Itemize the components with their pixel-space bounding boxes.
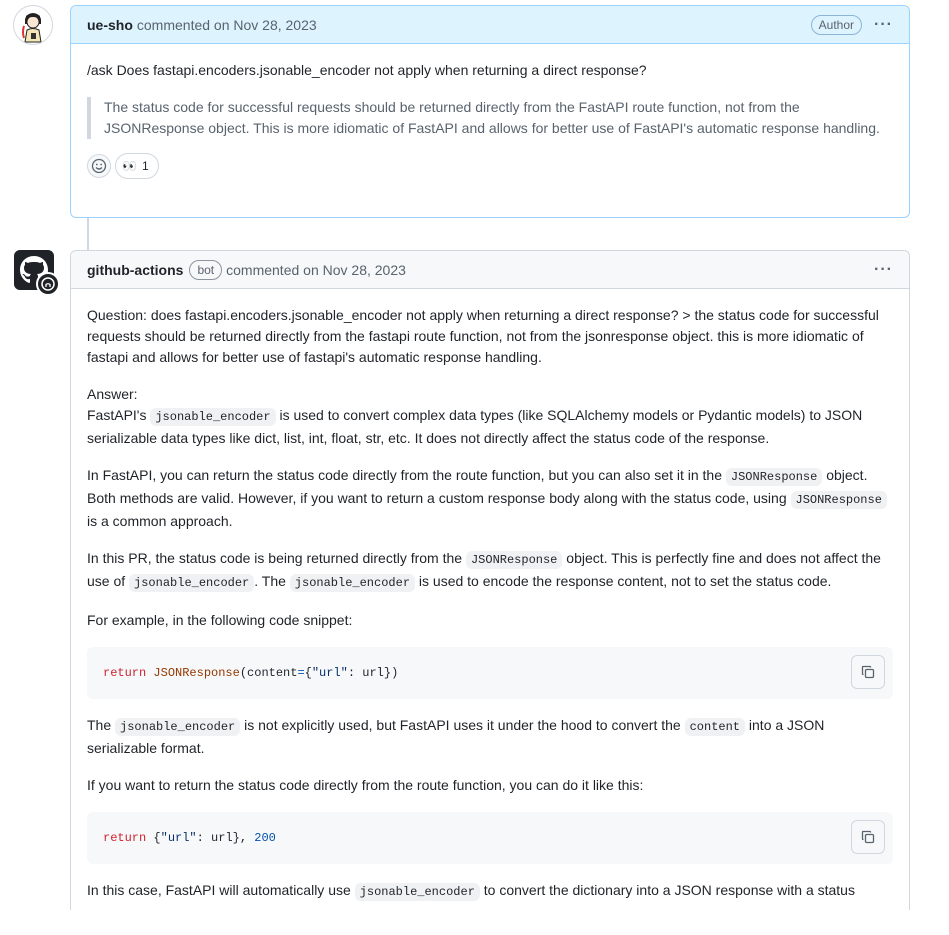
author-badge: Author [810, 14, 863, 35]
code-keyword: return [103, 666, 147, 680]
code-keyword: return [103, 831, 147, 845]
timeline-line [87, 217, 89, 250]
paragraph: In this PR, the status code is being ret… [87, 548, 893, 594]
code-number: 200 [254, 831, 276, 845]
inline-code: JSONResponse [465, 551, 563, 569]
copy-button[interactable] [851, 655, 885, 689]
eyes-emoji-icon: 👀 [122, 158, 137, 173]
copy-icon [861, 665, 875, 679]
code-string: "url" [160, 831, 197, 845]
blockquote: The status code for successful requests … [87, 97, 893, 139]
text-run: FastAPI's [87, 407, 151, 423]
inline-code: jsonable_encoder [115, 718, 241, 736]
inline-code: JSONResponse [790, 491, 887, 509]
reactions-bar: 👀 1 [87, 153, 893, 179]
text-run: . The [254, 573, 290, 589]
comment-body: /ask Does fastapi.encoders.jsonable_enco… [71, 44, 909, 195]
more-options-icon[interactable]: ··· [874, 16, 893, 32]
code-text: { [304, 666, 312, 680]
inline-code: jsonable_encoder [289, 574, 416, 592]
add-reaction-button[interactable] [87, 154, 111, 178]
text-run: In FastAPI, you can return the status co… [87, 467, 726, 483]
comment-author[interactable]: github-actions [87, 262, 183, 278]
text-run: In this PR, the status code is being ret… [87, 550, 466, 566]
text-run: is used to encode the response content, … [415, 573, 832, 589]
inline-code: content [684, 718, 746, 736]
text-run: is not explicitly used, but FastAPI uses… [240, 717, 685, 733]
paragraph: If you want to return the status code di… [87, 777, 644, 793]
code-function: JSONResponse [153, 666, 240, 680]
user-avatar[interactable] [13, 5, 53, 45]
more-options-icon[interactable]: ··· [874, 261, 893, 277]
copy-button[interactable] [851, 820, 885, 854]
text-run: The [87, 717, 116, 733]
reaction-count: 1 [141, 158, 149, 173]
answer-label: Answer: [87, 386, 138, 402]
code-block: return JSONResponse(content={"url": url}… [87, 647, 893, 699]
comment-header: github-actions bot commented on Nov 28, … [71, 251, 909, 289]
inline-code: jsonable_encoder [150, 408, 276, 426]
comment-card-ue-sho: ue-sho commented on Nov 28, 2023 Author … [70, 5, 910, 218]
code-operator: = [297, 666, 305, 680]
reaction-eyes-button[interactable]: 👀 1 [115, 153, 159, 179]
text-run: is a common approach. [87, 513, 233, 529]
paragraph: The jsonable_encoder is not explicitly u… [87, 715, 893, 759]
paragraph: In FastAPI, you can return the status co… [87, 465, 893, 532]
smiley-icon [91, 158, 107, 174]
code-text: (content [239, 666, 298, 680]
answer-paragraph: Answer: FastAPI's jsonable_encoder is us… [87, 384, 893, 449]
text-run: to convert the dictionary into a JSON re… [479, 882, 855, 898]
bot-badge: bot [189, 259, 223, 280]
comment-body: Question: does fastapi.encoders.jsonable… [71, 289, 909, 935]
comment-timestamp[interactable]: commented on Nov 28, 2023 [137, 17, 317, 33]
comment-card-github-actions: github-actions bot commented on Nov 28, … [70, 250, 910, 910]
paragraph: In this case, FastAPI will automatically… [87, 880, 893, 903]
copy-icon [861, 830, 875, 844]
actions-app-icon [36, 272, 60, 296]
code-text: { [146, 831, 161, 845]
inline-code: JSONResponse [725, 468, 823, 486]
code-text: : url}, [196, 831, 255, 845]
code-string: "url" [311, 666, 348, 680]
code-block: return {"url": url}, 200 [87, 812, 893, 864]
code-content: return JSONResponse(content={"url": url}… [103, 664, 398, 682]
inline-code: jsonable_encoder [354, 883, 480, 901]
comment-timestamp[interactable]: commented on Nov 28, 2023 [226, 262, 406, 278]
text-run: In this case, FastAPI will automatically… [87, 882, 355, 898]
inline-code: jsonable_encoder [129, 574, 255, 592]
comment-text: /ask Does fastapi.encoders.jsonable_enco… [87, 62, 647, 78]
question-paragraph: Question: does fastapi.encoders.jsonable… [87, 307, 879, 365]
code-content: return {"url": url}, 200 [103, 829, 276, 847]
code-text: : url}) [347, 666, 399, 680]
comment-header: ue-sho commented on Nov 28, 2023 Author … [71, 6, 909, 44]
avatar-illustration [22, 13, 42, 43]
comment-author[interactable]: ue-sho [87, 17, 133, 33]
paragraph: For example, in the following code snipp… [87, 612, 353, 628]
